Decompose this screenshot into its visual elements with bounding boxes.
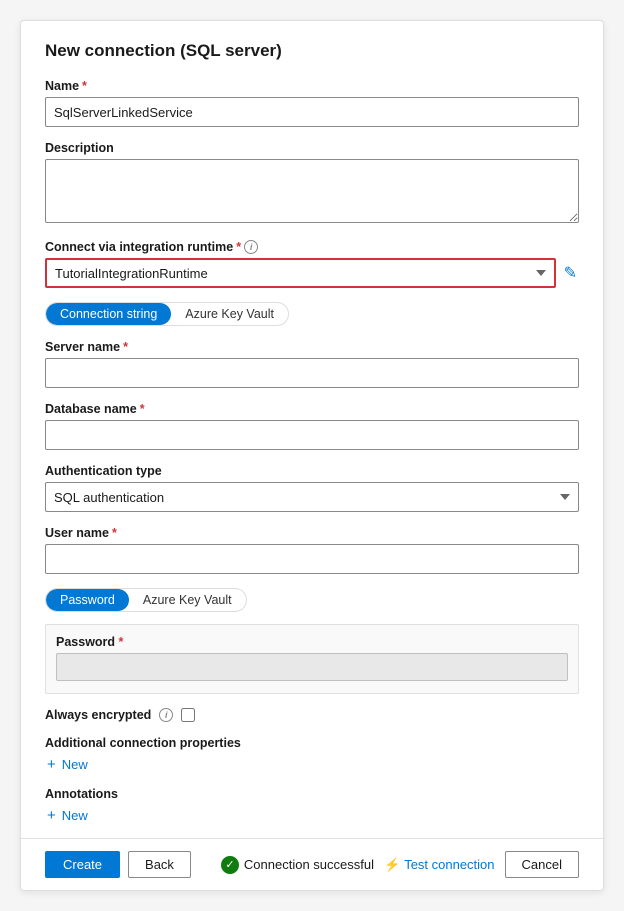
tab-azure-key-vault[interactable]: Azure Key Vault [171,303,288,325]
runtime-row: TutorialIntegrationRuntime ✎ [45,258,579,288]
username-label: User name * [45,526,579,540]
success-text: Connection successful [244,857,374,872]
password-label: Password * [56,635,568,649]
always-encrypted-label: Always encrypted [45,708,151,722]
auth-type-select[interactable]: SQL authentication Windows authenticatio… [45,482,579,512]
annotations-plus-icon: + [47,807,56,824]
panel-title: New connection (SQL server) [45,41,579,61]
tab-password-azure-key-vault[interactable]: Azure Key Vault [129,589,246,611]
runtime-edit-button[interactable]: ✎ [562,261,579,285]
test-connection-icon: ⚡ [384,857,400,873]
runtime-label: Connect via integration runtime * i [45,240,579,254]
runtime-required-star: * [236,240,241,254]
password-section: Password * [45,624,579,694]
test-connection-label: Test connection [404,857,494,872]
username-input[interactable] [45,544,579,574]
auth-type-field-group: Authentication type SQL authentication W… [45,464,579,512]
database-name-field-group: Database name * [45,402,579,450]
annotations-group: Annotations + New [45,787,579,824]
description-field-group: Description [45,141,579,226]
tab-password[interactable]: Password [46,589,129,611]
test-connection-button[interactable]: ⚡ Test connection [384,857,495,873]
connection-tab-group: Connection string Azure Key Vault [45,302,289,326]
username-required-star: * [112,526,117,540]
password-required-star: * [119,635,124,649]
additional-props-plus-icon: + [47,756,56,773]
annotations-add-row[interactable]: + New [45,807,579,824]
server-name-field-group: Server name * [45,340,579,388]
annotations-new-label: New [62,808,88,823]
always-encrypted-row: Always encrypted i [45,708,579,722]
annotations-label: Annotations [45,787,579,801]
name-label: Name * [45,79,579,93]
description-label: Description [45,141,579,155]
description-input[interactable] [45,159,579,223]
additional-props-add-row[interactable]: + New [45,756,579,773]
always-encrypted-checkbox[interactable] [181,708,195,722]
additional-props-label: Additional connection properties [45,736,579,750]
runtime-info-icon[interactable]: i [244,240,258,254]
additional-props-group: Additional connection properties + New [45,736,579,773]
database-name-input[interactable] [45,420,579,450]
footer: Create Back ✓ Connection successful ⚡ Te… [21,838,603,890]
username-field-group: User name * [45,526,579,574]
always-encrypted-info-icon[interactable]: i [159,708,173,722]
name-required-star: * [82,79,87,93]
server-name-label: Server name * [45,340,579,354]
server-required-star: * [123,340,128,354]
runtime-select[interactable]: TutorialIntegrationRuntime [45,258,556,288]
new-connection-panel: New connection (SQL server) Name * Descr… [20,20,604,891]
password-tab-group: Password Azure Key Vault [45,588,247,612]
connection-success-message: ✓ Connection successful [221,856,374,874]
tab-connection-string[interactable]: Connection string [46,303,171,325]
success-icon: ✓ [221,856,239,874]
name-input[interactable] [45,97,579,127]
password-input[interactable] [56,653,568,681]
server-name-input[interactable] [45,358,579,388]
name-field-group: Name * [45,79,579,127]
database-name-label: Database name * [45,402,579,416]
database-required-star: * [140,402,145,416]
additional-props-new-label: New [62,757,88,772]
runtime-field-group: Connect via integration runtime * i Tuto… [45,240,579,288]
auth-type-label: Authentication type [45,464,579,478]
